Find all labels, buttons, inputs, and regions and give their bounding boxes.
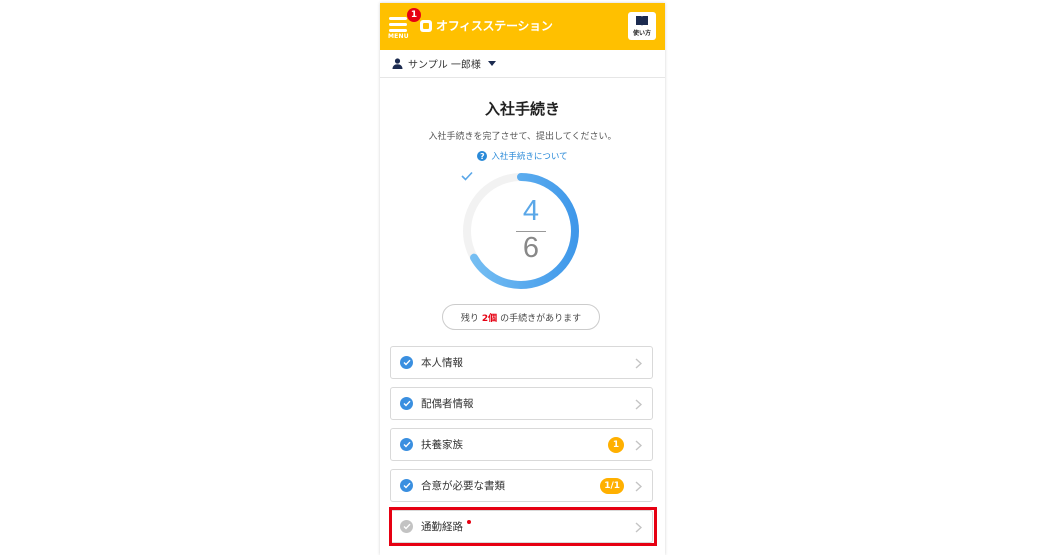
logo-icon [420, 19, 432, 32]
menu-button[interactable]: MENU 1 [388, 8, 421, 45]
user-switcher[interactable]: サンプル 一郎様 [380, 50, 665, 78]
menu-icon-bar [389, 17, 407, 20]
check-circle-icon [400, 520, 413, 533]
progress-total: 6 [522, 232, 540, 264]
menu-label: MENU [388, 33, 409, 40]
check-circle-icon [400, 397, 413, 410]
question-icon: ? [477, 151, 488, 161]
progress-ring: 4 6 [461, 171, 581, 291]
remaining-count: 2個 [481, 313, 498, 324]
logo-text: オフィスステーション [436, 19, 553, 33]
page-subtitle: 入社手続きを完了させて、提出してください。 [428, 132, 617, 142]
procedure-item-label: 合意が必要な書類 [421, 480, 505, 492]
chevron-right-icon [635, 522, 642, 533]
app-logo: オフィスステーション [420, 17, 553, 34]
procedure-item-label: 本人情報 [421, 357, 463, 369]
check-circle-icon [400, 438, 413, 451]
check-circle-icon [400, 479, 413, 492]
book-icon [636, 16, 648, 26]
procedure-list: 本人情報 配偶者情報 扶養家族 1 合意が必要な書類 1/1 通勤経路 [390, 346, 653, 551]
chevron-right-icon [635, 481, 642, 492]
remaining-suffix: の手続きがあります [500, 313, 582, 324]
chevron-right-icon [635, 399, 642, 410]
progress-done: 4 [522, 195, 540, 227]
person-icon [392, 58, 403, 69]
caret-down-icon [487, 61, 496, 66]
procedure-item-label: 扶養家族 [421, 439, 463, 451]
procedure-item-label: 通勤経路 [421, 521, 463, 533]
help-link-label: 入社手続きについて [491, 152, 568, 162]
procedure-item-commute-route[interactable]: 通勤経路 [390, 510, 653, 543]
count-badge: 1 [608, 437, 624, 453]
notification-badge: 1 [407, 8, 421, 22]
procedure-item-label: 配偶者情報 [421, 398, 474, 410]
guide-button[interactable]: 使い方 [628, 12, 656, 40]
user-name: サンプル 一郎様 [408, 60, 481, 71]
help-link[interactable]: ? 入社手続きについて [380, 150, 665, 162]
menu-icon-bar [389, 23, 407, 26]
procedure-item-personal[interactable]: 本人情報 [390, 346, 653, 379]
mobile-screen: MENU 1 オフィスステーション 使い方 サンプル 一郎様 入社手続き 入社手… [380, 3, 665, 555]
app-header: MENU 1 オフィスステーション 使い方 [380, 3, 665, 50]
menu-icon-bar [389, 29, 407, 32]
check-circle-icon [400, 356, 413, 369]
check-icon [461, 171, 473, 181]
count-badge: 1/1 [600, 478, 624, 494]
remaining-pill: 残り 2個 の手続きがあります [442, 304, 600, 330]
page-title: 入社手続き [484, 100, 560, 118]
chevron-right-icon [635, 358, 642, 369]
guide-label: 使い方 [632, 30, 651, 37]
remaining-prefix: 残り [460, 313, 479, 324]
required-dot [467, 519, 471, 524]
procedure-item-spouse[interactable]: 配偶者情報 [390, 387, 653, 420]
procedure-item-consent-documents[interactable]: 合意が必要な書類 1/1 [390, 469, 653, 502]
procedure-item-dependents[interactable]: 扶養家族 1 [390, 428, 653, 461]
chevron-right-icon [635, 440, 642, 451]
